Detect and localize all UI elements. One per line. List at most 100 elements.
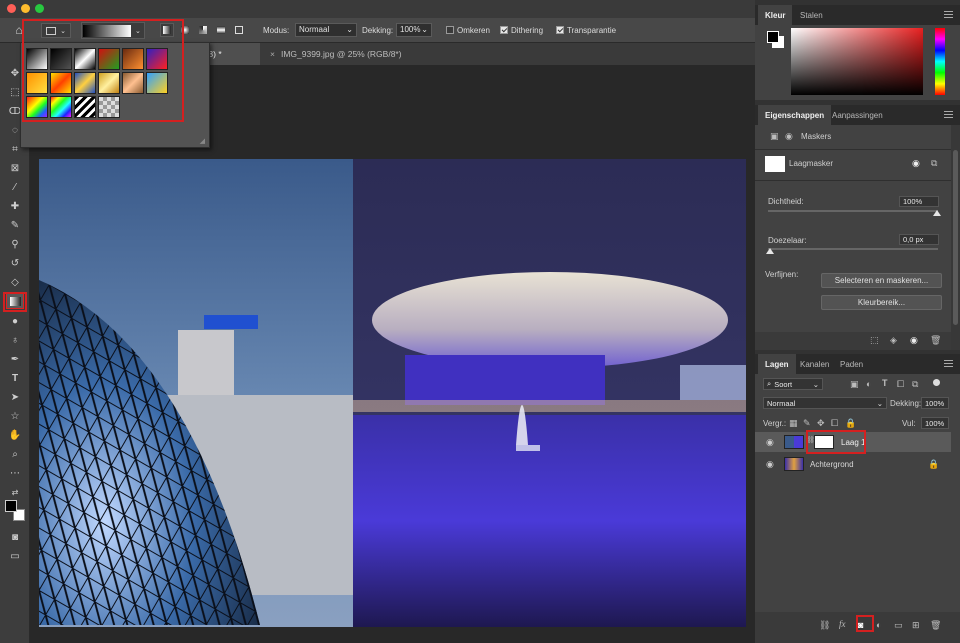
layer-mask-thumbnail[interactable] bbox=[814, 435, 834, 449]
density-field[interactable]: 100% bbox=[899, 196, 939, 207]
eye-icon[interactable]: ◉ bbox=[766, 459, 774, 470]
hand-tool-icon[interactable]: ✋ bbox=[6, 427, 24, 443]
folder-icon[interactable]: ▭ bbox=[894, 620, 903, 631]
filter-shape-icon[interactable]: ⧠ bbox=[897, 379, 904, 390]
adjustment-layer-icon[interactable]: ◐ bbox=[876, 620, 881, 630]
gradient-preset-swatch[interactable] bbox=[98, 48, 120, 70]
reflected-gradient-button[interactable] bbox=[214, 23, 228, 37]
blur-tool-icon[interactable]: ● bbox=[6, 313, 24, 329]
feather-slider[interactable] bbox=[768, 248, 938, 250]
gradient-preset-swatch[interactable] bbox=[122, 72, 144, 94]
filter-toggle-icon[interactable] bbox=[933, 379, 940, 386]
close-tab-icon[interactable]: × bbox=[270, 49, 275, 59]
quick-mask-icon[interactable]: ◙ bbox=[6, 529, 24, 545]
history-brush-icon[interactable]: ↺ bbox=[6, 255, 24, 271]
reverse-checkbox[interactable] bbox=[446, 26, 454, 34]
link-layers-icon[interactable]: ⛓ bbox=[819, 620, 830, 631]
clone-stamp-icon[interactable]: ⚲ bbox=[6, 236, 24, 252]
dodge-tool-icon[interactable]: ♁ bbox=[6, 332, 24, 348]
linear-gradient-button[interactable] bbox=[160, 23, 174, 37]
properties-scrollbar[interactable] bbox=[951, 125, 960, 350]
trash-icon[interactable]: 🗑 bbox=[930, 620, 941, 631]
panel-menu-icon[interactable] bbox=[944, 11, 953, 18]
healing-brush-icon[interactable]: ✚ bbox=[6, 198, 24, 214]
add-mask-icon[interactable]: ◙ bbox=[858, 620, 863, 630]
gradient-preview[interactable] bbox=[83, 24, 131, 37]
gradient-preset-swatch[interactable] bbox=[26, 48, 48, 70]
gradient-preset-swatch[interactable] bbox=[122, 48, 144, 70]
tab-kanalen[interactable]: Kanalen bbox=[793, 354, 836, 374]
panel-menu-icon[interactable] bbox=[944, 111, 953, 118]
gradient-preset-swatch[interactable] bbox=[74, 96, 96, 118]
gradient-preset-swatch[interactable] bbox=[74, 72, 96, 94]
panel-menu-icon[interactable] bbox=[944, 360, 953, 367]
layer-filter-select[interactable]: ⌕ Soort ⌄ bbox=[763, 378, 823, 390]
eye-icon[interactable]: ◉ bbox=[766, 437, 774, 448]
gradient-preset-swatch[interactable] bbox=[146, 72, 168, 94]
color-field[interactable] bbox=[791, 28, 923, 95]
new-layer-icon[interactable]: ⊞ bbox=[912, 620, 920, 631]
trash-icon[interactable]: 🗑 bbox=[930, 335, 941, 346]
path-select-icon[interactable]: ➤ bbox=[6, 389, 24, 405]
layer-row-laag-1[interactable]: ◉ ⛓ Laag 1 bbox=[755, 432, 951, 452]
pixel-mask-icon[interactable]: ◉ bbox=[912, 158, 920, 169]
feather-field[interactable]: 0,0 px bbox=[899, 234, 939, 245]
filter-adjustment-icon[interactable]: ◐ bbox=[866, 379, 871, 389]
tab-eigenschappen[interactable]: Eigenschappen bbox=[758, 105, 832, 125]
load-selection-icon[interactable]: ⬚ bbox=[870, 335, 879, 346]
select-and-mask-button[interactable]: Selecteren en maskeren... bbox=[821, 273, 942, 288]
gradient-preset-swatch[interactable] bbox=[50, 96, 72, 118]
gradient-preset-swatch[interactable] bbox=[50, 48, 72, 70]
opacity-field[interactable]: 100% ⌄ bbox=[396, 23, 432, 37]
gradient-mode-picker[interactable]: ⌄ bbox=[41, 23, 71, 38]
tab-paden[interactable]: Paden bbox=[833, 354, 870, 374]
fill-field[interactable]: 100% bbox=[921, 417, 949, 429]
color-panel-foreground-swatch[interactable] bbox=[767, 31, 779, 43]
angle-gradient-button[interactable] bbox=[196, 23, 210, 37]
scrollbar-thumb[interactable] bbox=[953, 150, 958, 325]
feather-slider-thumb[interactable] bbox=[766, 248, 774, 254]
blend-mode-select[interactable]: Normaal ⌄ bbox=[763, 397, 887, 409]
gradient-preset-swatch[interactable] bbox=[98, 96, 120, 118]
tab-kleur[interactable]: Kleur bbox=[758, 5, 793, 25]
zoom-tool-icon[interactable]: ⌕ bbox=[6, 446, 24, 462]
density-slider-thumb[interactable] bbox=[933, 210, 941, 216]
lock-image-icon[interactable]: ✎ bbox=[803, 418, 811, 429]
eraser-tool-icon[interactable]: ◇ bbox=[6, 274, 24, 290]
canvas-area[interactable] bbox=[30, 65, 755, 643]
lock-transparent-icon[interactable]: ▦ bbox=[789, 418, 798, 429]
color-range-button[interactable]: Kleurbereik... bbox=[821, 295, 942, 310]
layer-row-achtergrond[interactable]: ◉ Achtergrond 🔒 bbox=[755, 454, 951, 474]
swap-colors-icon[interactable]: ⇄ bbox=[6, 484, 24, 500]
brush-tool-icon[interactable]: ✎ bbox=[6, 217, 24, 233]
transparency-checkbox[interactable] bbox=[556, 26, 564, 34]
density-slider[interactable] bbox=[768, 210, 938, 212]
lock-artboard-icon[interactable]: ⧠ bbox=[831, 418, 838, 429]
close-window-button[interactable] bbox=[7, 4, 16, 13]
gradient-preset-swatch[interactable] bbox=[146, 48, 168, 70]
gradient-picker[interactable]: ⌄ bbox=[81, 22, 145, 39]
type-tool-icon[interactable]: T bbox=[6, 370, 24, 386]
tab-stalen[interactable]: Stalen bbox=[793, 5, 830, 25]
mode-select[interactable]: Normaal ⌄ bbox=[295, 23, 357, 37]
tab-aanpassingen[interactable]: Aanpassingen bbox=[825, 105, 890, 125]
pen-tool-icon[interactable]: ✒ bbox=[6, 351, 24, 367]
home-icon[interactable]: ⌂ bbox=[10, 22, 28, 38]
filter-pixel-icon[interactable]: ▣ bbox=[850, 379, 859, 390]
gradient-preset-swatch[interactable] bbox=[50, 72, 72, 94]
eye-icon[interactable]: ◉ bbox=[910, 335, 918, 346]
gradient-preset-swatch[interactable] bbox=[26, 72, 48, 94]
more-tools-icon[interactable]: ⋯ bbox=[6, 465, 24, 481]
layer-opacity-field[interactable]: 100% bbox=[921, 397, 949, 409]
gradient-tool-icon[interactable] bbox=[6, 293, 24, 309]
hue-slider[interactable] bbox=[935, 28, 945, 95]
gradient-preset-swatch[interactable] bbox=[74, 48, 96, 70]
eyedropper-tool-icon[interactable]: ⁄ bbox=[6, 179, 24, 195]
filter-smart-object-icon[interactable]: ⧉ bbox=[912, 379, 918, 390]
filter-type-icon[interactable]: T bbox=[882, 378, 888, 388]
minimize-window-button[interactable] bbox=[21, 4, 30, 13]
screen-mode-icon[interactable]: ▭ bbox=[6, 548, 24, 564]
apply-mask-icon[interactable]: ◈ bbox=[890, 335, 897, 346]
diamond-gradient-button[interactable] bbox=[232, 23, 246, 37]
dither-checkbox[interactable] bbox=[500, 26, 508, 34]
